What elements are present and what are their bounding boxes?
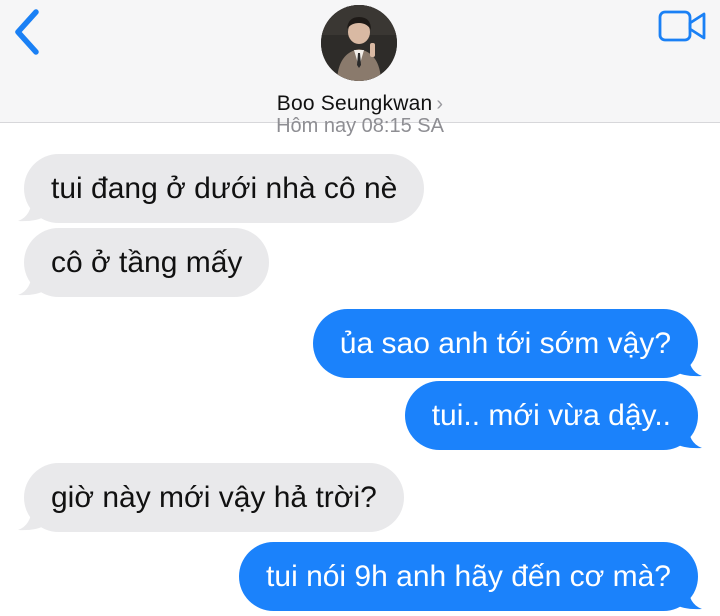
sent-message[interactable]: tui nói 9h anh hãy đến cơ mà? [239,542,698,611]
video-camera-icon [658,10,706,42]
sent-message[interactable]: tui.. mới vừa dậy.. [404,381,698,450]
received-message[interactable]: cô ở tầng mấy [24,228,270,297]
received-message[interactable]: giờ này mới vậy hả trời? [24,463,404,532]
received-message[interactable]: tui đang ở dưới nhà cô nè [24,154,425,223]
chevron-left-icon [15,9,39,55]
message-timestamp: Hôm nay 08:15 SA [276,115,444,137]
chevron-right-icon: › [436,93,444,115]
sent-message[interactable]: ủa sao anh tới sớm vậy? [312,309,698,378]
contact-name-button[interactable]: Boo Seungkwan › [0,92,720,116]
conversation-header: Boo Seungkwan › [0,0,720,123]
video-call-button[interactable] [658,9,708,43]
avatar[interactable] [321,5,397,81]
contact-name-label: Boo Seungkwan [276,92,433,115]
avatar-image [321,5,397,81]
back-button[interactable] [10,8,46,56]
